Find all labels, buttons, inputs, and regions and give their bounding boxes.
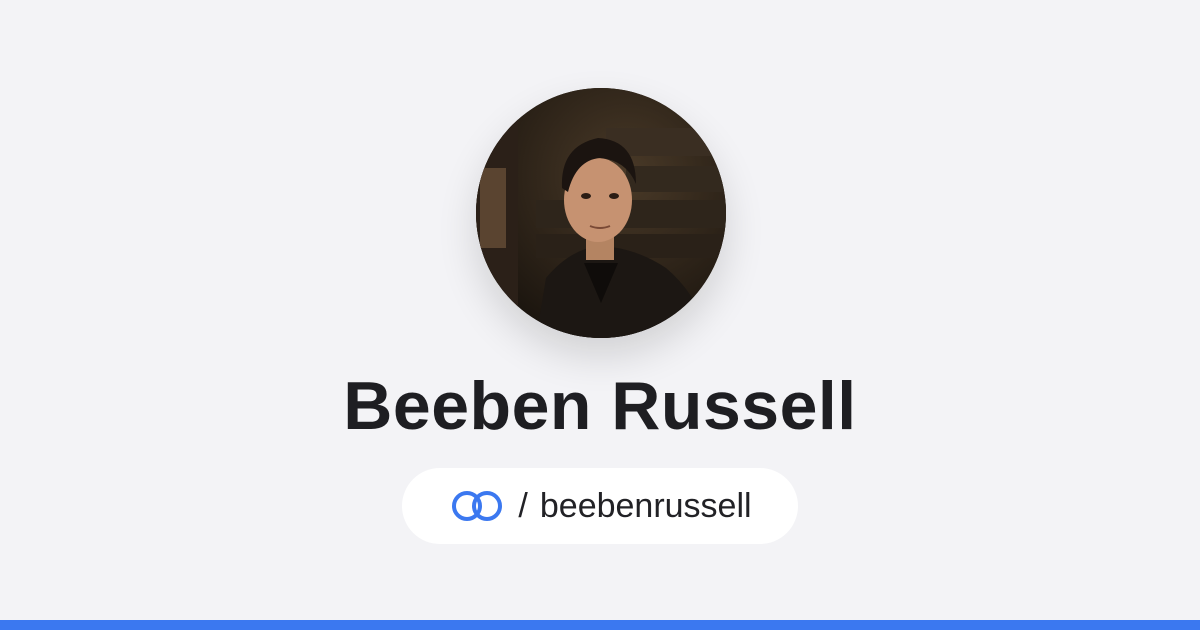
linked-rings-icon: [452, 491, 503, 521]
profile-card: Beeben Russell / beebenrussell: [0, 0, 1200, 620]
accent-bar: [0, 620, 1200, 630]
avatar-photo: [476, 88, 726, 338]
profile-username: beebenrussell: [539, 487, 752, 525]
handle-separator: /: [518, 487, 528, 525]
profile-name: Beeben Russell: [343, 368, 857, 444]
profile-link-pill[interactable]: / beebenrussell: [402, 468, 798, 544]
avatar: [476, 88, 726, 338]
